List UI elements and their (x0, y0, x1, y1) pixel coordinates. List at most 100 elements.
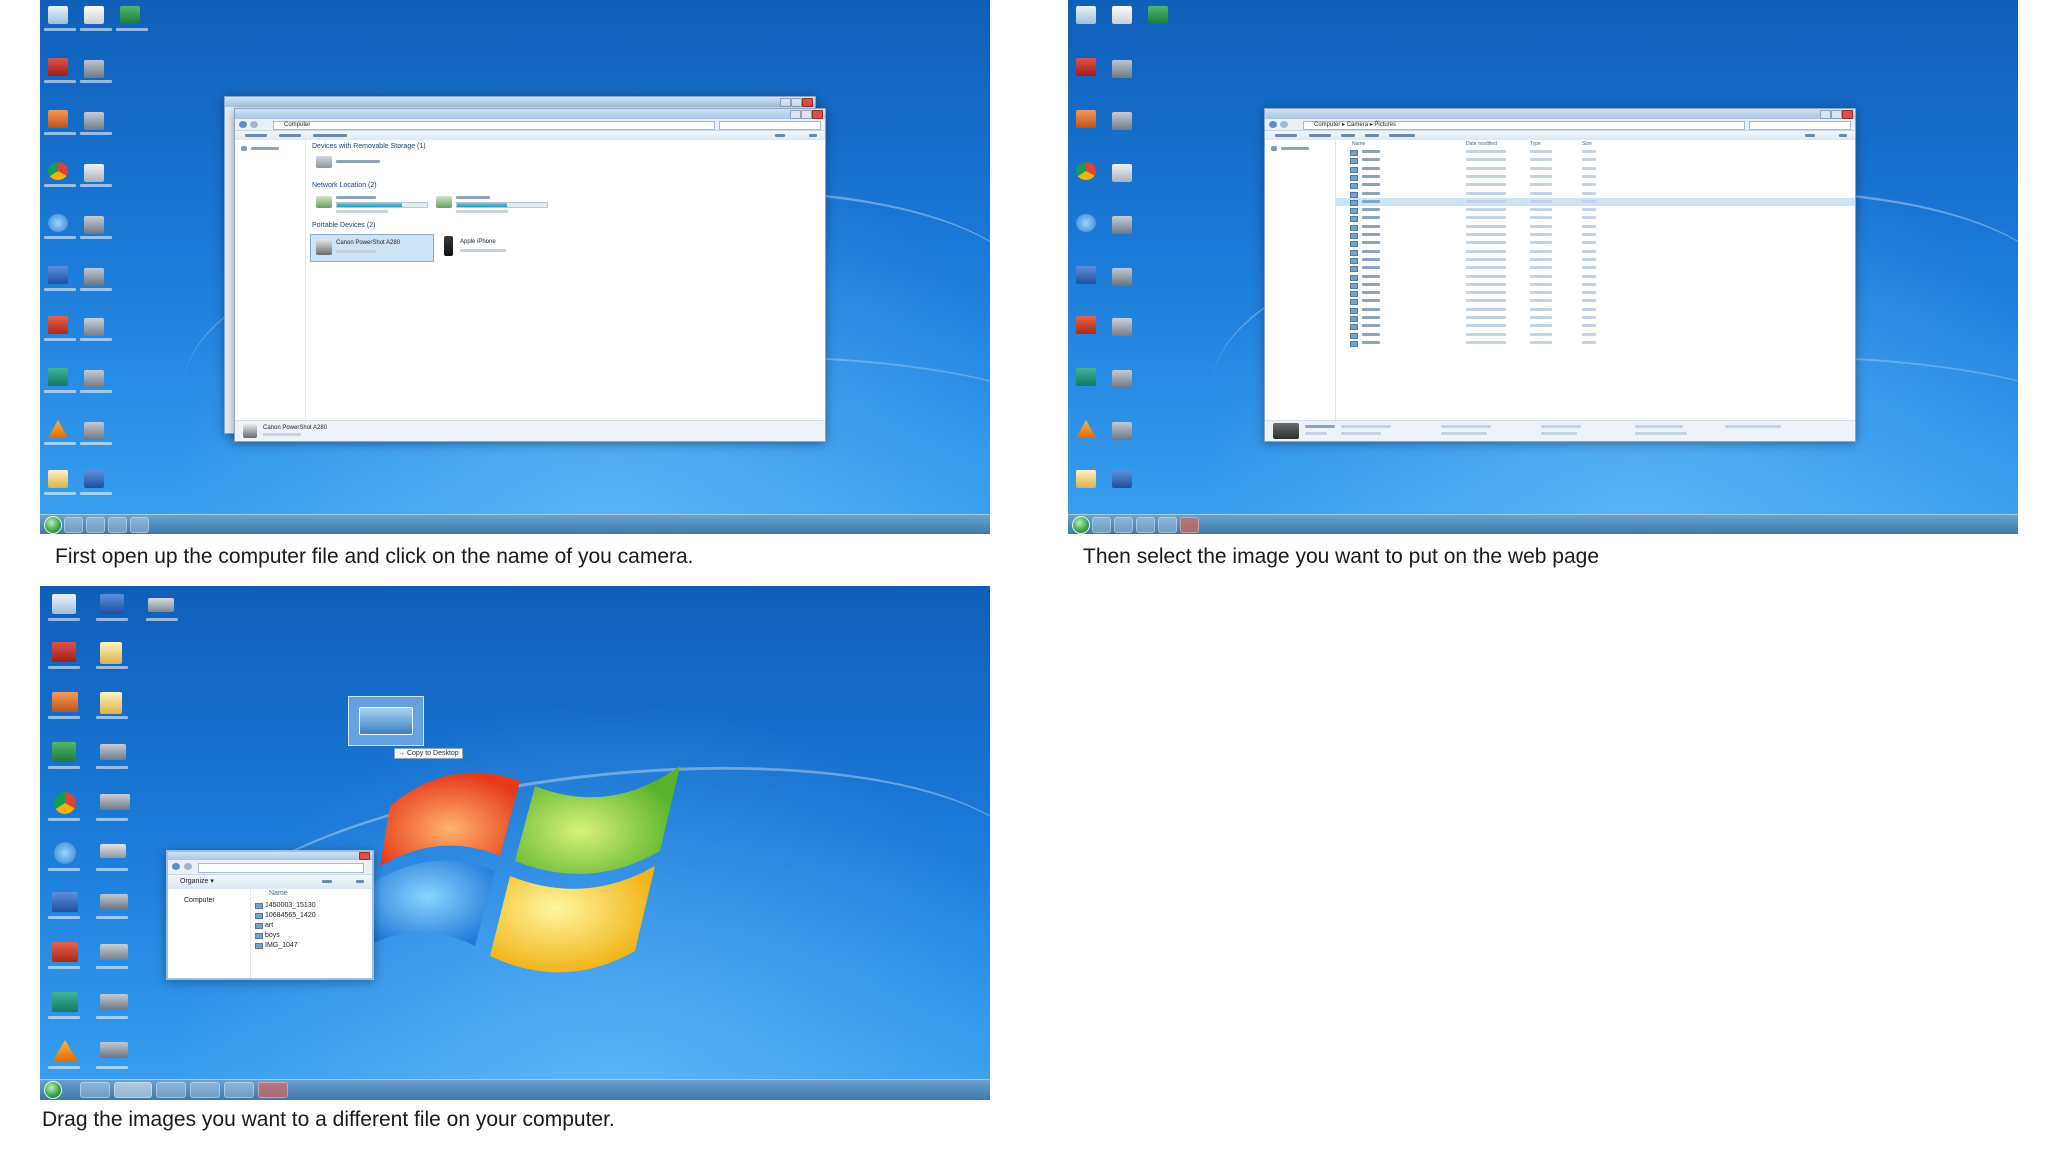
picture-icon[interactable] (84, 370, 104, 388)
folder-icon[interactable] (84, 6, 104, 24)
help-button[interactable] (1839, 134, 1847, 137)
column-header-name[interactable]: Name (1352, 140, 1365, 148)
picture-icon[interactable] (84, 422, 104, 440)
table-row[interactable] (1336, 273, 1855, 281)
device-camera[interactable]: Canon PowerShot A280 (310, 234, 434, 262)
table-row[interactable] (1336, 331, 1855, 339)
taskbar-ie[interactable] (64, 517, 83, 533)
organize-button[interactable] (1275, 134, 1297, 137)
folder-icon[interactable] (100, 692, 122, 714)
table-row[interactable] (1336, 173, 1855, 181)
publisher-icon[interactable] (52, 992, 78, 1012)
folder-icon[interactable] (100, 642, 122, 664)
picture-icon[interactable] (1112, 370, 1132, 388)
recycle-bin-icon[interactable] (52, 594, 76, 614)
minimize-button[interactable] (1820, 110, 1831, 119)
recycle-bin-icon[interactable] (1076, 6, 1096, 24)
help-button[interactable] (809, 134, 817, 137)
taskbar-word[interactable] (1158, 517, 1177, 533)
picture-icon[interactable] (84, 60, 104, 78)
nav-item-computer[interactable] (1281, 147, 1309, 150)
view-options-button[interactable] (322, 880, 332, 883)
minimize-button[interactable] (780, 98, 791, 107)
column-header-size[interactable]: Size (1582, 140, 1592, 148)
back-button[interactable] (1269, 121, 1277, 128)
column-header-date[interactable]: Date modified (1466, 140, 1497, 148)
organize-button[interactable]: Organize ▾ (180, 878, 214, 886)
word-icon[interactable] (52, 892, 78, 912)
drive-label[interactable] (336, 160, 380, 163)
taskbar-chrome[interactable] (190, 1082, 220, 1098)
view-options-button[interactable] (775, 134, 785, 137)
start-button[interactable] (1072, 516, 1090, 534)
excel-icon[interactable] (120, 6, 140, 24)
table-row[interactable] (1336, 148, 1855, 156)
close-button[interactable] (812, 110, 823, 119)
recycle-bin-icon[interactable] (48, 6, 68, 24)
picture-icon[interactable] (84, 112, 104, 130)
taskbar-word[interactable] (130, 517, 149, 533)
taskbar-media[interactable] (108, 517, 127, 533)
close-button[interactable] (359, 852, 370, 860)
forward-button[interactable] (1280, 121, 1288, 128)
word-icon[interactable] (1076, 266, 1096, 284)
picture-icon[interactable] (1112, 60, 1132, 78)
picture-icon[interactable] (100, 794, 130, 810)
table-row[interactable] (1336, 322, 1855, 331)
table-row[interactable] (1336, 231, 1855, 239)
taskbar-explorer[interactable] (114, 1082, 152, 1098)
picture-icon[interactable] (84, 216, 104, 234)
taskbar-media[interactable] (1136, 517, 1155, 533)
nav-item-computer[interactable] (251, 147, 279, 150)
properties-button[interactable] (279, 134, 301, 137)
view-options-button[interactable] (1805, 134, 1815, 137)
powerpoint-icon[interactable] (1076, 110, 1096, 128)
table-row[interactable] (1336, 306, 1855, 314)
column-header-name[interactable]: Name (269, 890, 288, 898)
search-input[interactable] (1749, 121, 1851, 130)
picture-icon[interactable] (1112, 422, 1132, 440)
picture-icon[interactable] (1112, 164, 1132, 182)
table-row[interactable] (1336, 281, 1855, 289)
list-item[interactable]: 10684565_1420 (251, 911, 372, 921)
word-icon[interactable] (1112, 470, 1132, 488)
powerpoint-icon[interactable] (1076, 316, 1096, 334)
search-input[interactable] (719, 121, 821, 130)
picture-icon[interactable] (1112, 112, 1132, 130)
burn-button[interactable] (1365, 134, 1379, 137)
word-icon[interactable] (100, 594, 124, 614)
table-row[interactable] (1336, 297, 1855, 306)
excel-icon[interactable] (1148, 6, 1168, 24)
maximize-button[interactable] (1831, 110, 1842, 119)
excel-icon[interactable] (52, 742, 76, 762)
access-icon[interactable] (48, 58, 68, 76)
forward-button[interactable] (250, 121, 258, 128)
taskbar-powerpoint[interactable] (1180, 517, 1199, 533)
access-icon[interactable] (1076, 58, 1096, 76)
list-item[interactable]: 1450003_15130 (251, 901, 372, 911)
taskbar-powerpoint[interactable] (258, 1082, 288, 1098)
picture-icon[interactable] (100, 944, 128, 960)
taskbar-media[interactable] (156, 1082, 186, 1098)
table-row[interactable] (1336, 248, 1855, 256)
access-icon[interactable] (52, 642, 76, 662)
table-row[interactable] (1336, 181, 1855, 190)
ie-icon[interactable] (1076, 214, 1096, 232)
table-row[interactable] (1336, 223, 1855, 231)
table-row[interactable] (1336, 239, 1855, 248)
taskbar-explorer[interactable] (1114, 517, 1133, 533)
taskbar-word[interactable] (224, 1082, 254, 1098)
help-button[interactable] (356, 880, 364, 883)
table-row[interactable] (1336, 156, 1855, 165)
system-properties-button[interactable] (313, 134, 347, 137)
device-phone[interactable]: Apple iPhone (440, 234, 560, 260)
chrome-icon[interactable] (1076, 162, 1096, 180)
table-row[interactable] (1336, 197, 1855, 206)
preview-button[interactable] (1309, 134, 1331, 137)
taskbar-explorer[interactable] (86, 517, 105, 533)
table-row[interactable] (1336, 264, 1855, 273)
back-button[interactable] (172, 863, 180, 870)
organize-button[interactable] (245, 134, 267, 137)
picture-icon[interactable] (84, 268, 104, 286)
picture-icon[interactable] (1112, 318, 1132, 336)
